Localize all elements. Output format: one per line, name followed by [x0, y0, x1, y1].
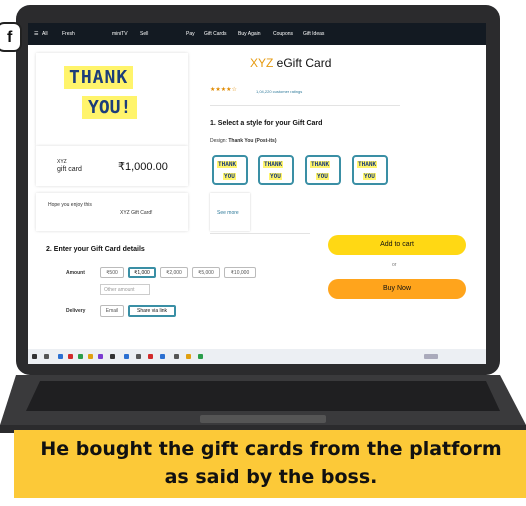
you-note: YOU! [82, 96, 138, 119]
ratings-count-link[interactable]: 1,04,220 customer ratings [256, 89, 302, 94]
card-message-preview: Hope you enjoy this XYZ Gift Card! [36, 193, 188, 231]
style-option-3[interactable]: THANK YOU [305, 155, 341, 185]
style-option-4[interactable]: THANK YOU [352, 155, 388, 185]
amount-option-2000[interactable]: ₹2,000 [160, 267, 188, 278]
see-more-link[interactable]: See more [217, 210, 239, 216]
tile-thank: THANK [263, 161, 284, 168]
laptop-keyboard-base [0, 375, 526, 433]
taskbar-app-icon[interactable] [174, 354, 179, 359]
or-separator: or [392, 262, 397, 268]
top-nav-bar: ☰ All Fresh miniTV Sell Pay Gift Cards B… [28, 23, 486, 45]
taskbar-app-icon[interactable] [110, 354, 115, 359]
taskbar-app-icon[interactable] [198, 354, 203, 359]
taskbar-app-icon[interactable] [148, 354, 153, 359]
design-label: Design: Thank You (Post-its) [210, 138, 277, 144]
delivery-label: Delivery [66, 308, 86, 314]
nav-all[interactable]: All [42, 31, 48, 37]
style-section-heading: 1. Select a style for your Gift Card [210, 120, 323, 127]
design-label-text: Design: [210, 138, 227, 144]
tile-thank: THANK [217, 161, 238, 168]
product-title-rest: eGift Card [273, 56, 332, 70]
hamburger-menu-icon[interactable]: ☰ [34, 31, 38, 37]
tile-you: YOU [269, 173, 282, 180]
taskbar-app-icon[interactable] [124, 354, 129, 359]
taskbar-app-icon[interactable] [68, 354, 73, 359]
card-type-label: gift card [57, 166, 82, 173]
card-type-top: XYZ [57, 159, 67, 165]
os-taskbar [28, 349, 486, 364]
brand-name: XYZ [250, 56, 274, 70]
facebook-badge-icon: f [0, 22, 22, 52]
tile-you: YOU [223, 173, 236, 180]
nav-item-buy-again[interactable]: Buy Again [238, 31, 261, 37]
amount-option-10000[interactable]: ₹10,000 [224, 267, 256, 278]
style-option-2[interactable]: THANK YOU [258, 155, 294, 185]
thank-note: THANK [64, 66, 134, 89]
divider [210, 233, 310, 234]
nav-item-coupons[interactable]: Coupons [273, 31, 293, 37]
amount-option-500[interactable]: ₹500 [100, 267, 124, 278]
buy-now-button[interactable]: Buy Now [328, 279, 466, 299]
caption-line-2: as said by the boss. [164, 466, 378, 488]
nav-item-sell[interactable]: Sell [140, 31, 148, 37]
gift-card-preview-image: THANK YOU! [36, 53, 188, 146]
caption-banner: He bought the gift cards from the platfo… [14, 430, 526, 498]
card-price-row: XYZ gift card ₹1,000.00 [36, 146, 188, 186]
star-rating-icon[interactable]: ★★★★☆ [210, 86, 237, 93]
tile-thank: THANK [310, 161, 331, 168]
taskbar-app-icon[interactable] [160, 354, 165, 359]
tile-you: YOU [363, 173, 376, 180]
taskbar-app-icon[interactable] [78, 354, 83, 359]
system-tray-icon[interactable] [424, 354, 438, 359]
divider [210, 105, 400, 106]
caption-line-1: He bought the gift cards from the platfo… [40, 438, 502, 460]
taskbar-app-icon[interactable] [44, 354, 49, 359]
start-icon[interactable] [32, 354, 37, 359]
taskbar-app-icon[interactable] [88, 354, 93, 359]
design-value: Thank You (Post-its) [228, 138, 277, 144]
message-line-1: Hope you enjoy this [48, 202, 92, 208]
taskbar-app-icon[interactable] [186, 354, 191, 359]
message-line-2: XYZ Gift Card! [120, 210, 153, 216]
nav-item-gift-cards[interactable]: Gift Cards [204, 31, 227, 37]
card-price: ₹1,000.00 [118, 161, 168, 173]
details-section-heading: 2. Enter your Gift Card details [46, 246, 145, 253]
nav-item-fresh[interactable]: Fresh [62, 31, 75, 37]
other-amount-input[interactable]: Other amount [100, 284, 150, 295]
style-option-1[interactable]: THANK YOU [212, 155, 248, 185]
nav-item-gift-ideas[interactable]: Gift Ideas [303, 31, 324, 37]
tile-thank: THANK [357, 161, 378, 168]
nav-item-pay[interactable]: Pay [186, 31, 195, 37]
add-to-cart-button[interactable]: Add to cart [328, 235, 466, 255]
amount-label: Amount [66, 270, 85, 276]
taskbar-app-icon[interactable] [58, 354, 63, 359]
amount-option-1000[interactable]: ₹1,000 [128, 267, 156, 278]
laptop-screen: ☰ All Fresh miniTV Sell Pay Gift Cards B… [28, 23, 486, 364]
tile-you: YOU [316, 173, 329, 180]
taskbar-app-icon[interactable] [98, 354, 103, 359]
taskbar-app-icon[interactable] [136, 354, 141, 359]
delivery-share-link-option[interactable]: Share via link [128, 305, 176, 317]
nav-item-minitv[interactable]: miniTV [112, 31, 128, 37]
delivery-email-option[interactable]: Email [100, 305, 124, 317]
product-title: XYZ eGift Card [250, 56, 331, 70]
amount-option-5000[interactable]: ₹5,000 [192, 267, 220, 278]
